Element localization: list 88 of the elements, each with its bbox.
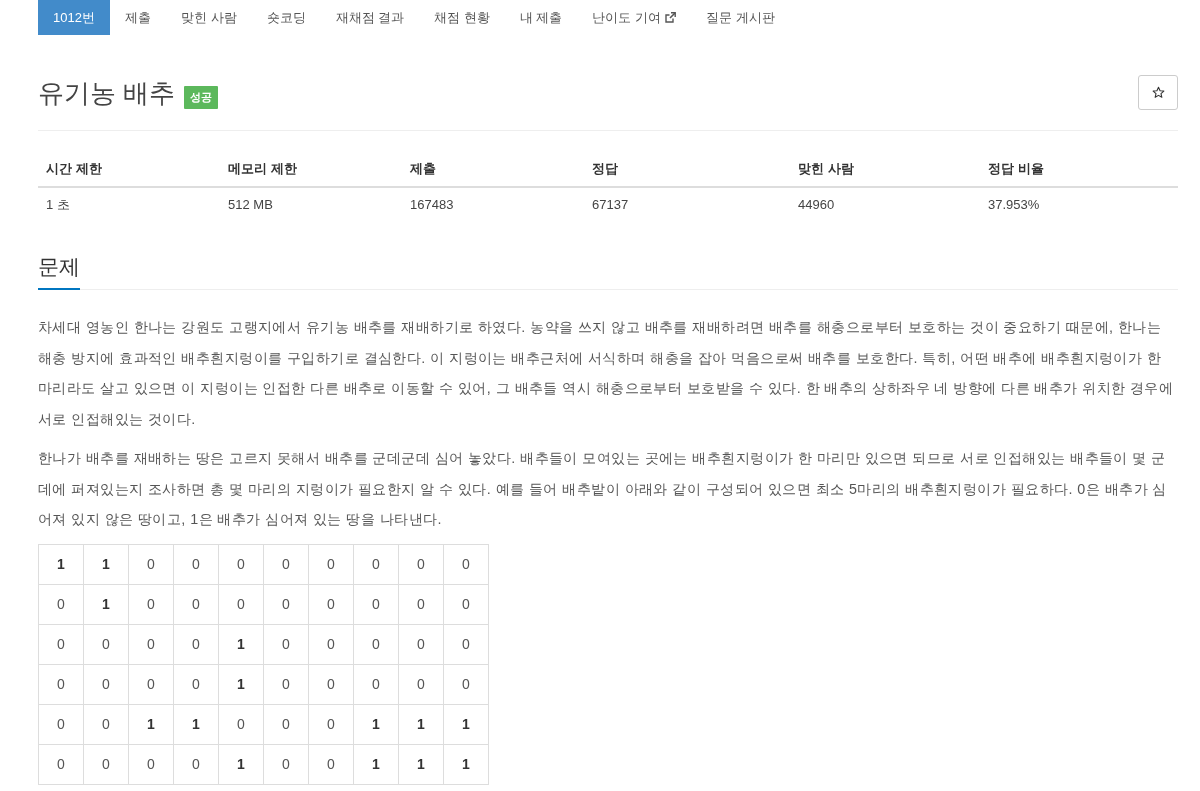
grid-cell: 0: [128, 744, 174, 784]
grid-cell: 0: [263, 704, 309, 744]
grid-cell: 0: [353, 624, 399, 664]
grid-cell: 0: [173, 664, 219, 704]
grid-cell: 1: [83, 584, 129, 624]
nav-tab[interactable]: 채점 현황: [419, 0, 505, 35]
grid-cell: 0: [173, 624, 219, 664]
grid-cell: 0: [443, 624, 489, 664]
nav-tab[interactable]: 제출: [109, 0, 166, 35]
grid-cell: 1: [83, 544, 129, 584]
paragraph: 차세대 영농인 한나는 강원도 고랭지에서 유기농 배추를 재배하기로 하였다. 농약을 쓰지 않고 배추를 재배하려면 배추를 해충으로부터 보호하는 것이 중요하기 때문에, 한나는 해충 방지에 효과적인 배추흰지렁이를 구입하기로 결심한다. 이 지렁이는 배추근처에 서식하며 해충을 잡아 먹음으로써 배추를 보호한다. 특히, 어떤 배추에 배추흰지렁이가 한 마리라도 살고 있으면 이 지렁이는 인접한 다른 배추로 이동할 수 있어, 그 배추들 역시 해충으로부터 보호받을 수 있다. 한 배추의 상하좌우 네 방향에 다른 배추가 위치한 경우에 서로 인접해있는 것이다.: [38, 318, 1175, 429]
nav-tab[interactable]: 재채점 결과: [320, 0, 420, 35]
grid-cell: 0: [353, 584, 399, 624]
grid-cell: 0: [308, 664, 354, 704]
grid-cell: 0: [398, 584, 444, 624]
grid-cell: 0: [38, 624, 84, 664]
nav-tab[interactable]: 맞힌 사람: [165, 0, 252, 35]
grid-cell: 0: [308, 544, 354, 584]
grid-cell: 1: [353, 744, 399, 784]
grid-cell: 0: [173, 584, 219, 624]
grid-cell: 0: [263, 544, 309, 584]
grid-cell: 1: [218, 664, 264, 704]
grid-cell: 0: [263, 584, 309, 624]
grid-cell: 0: [263, 744, 309, 784]
table-cell: 44960: [790, 187, 980, 222]
grid-cell: 0: [398, 544, 444, 584]
grid-cell: 0: [443, 544, 489, 584]
column-header: 메모리 제한: [220, 151, 402, 187]
grid-cell: 0: [83, 744, 129, 784]
grid-cell: 1: [353, 704, 399, 744]
grid-cell: 0: [308, 624, 354, 664]
table-cell: 512 MB: [220, 187, 402, 222]
grid-cell: 0: [218, 704, 264, 744]
grid-cell: 0: [218, 544, 264, 584]
grid-cell: 0: [38, 584, 84, 624]
grid-cell: 1: [443, 744, 489, 784]
grid-cell: 0: [128, 624, 174, 664]
star-icon: [1151, 86, 1165, 99]
grid-cell: 0: [128, 544, 174, 584]
grid-cell: 0: [38, 664, 84, 704]
grid-cell: 0: [398, 664, 444, 704]
column-header: 제출: [402, 151, 584, 187]
grid-cell: 0: [308, 584, 354, 624]
result-badge: 성공: [184, 85, 219, 109]
grid-cell: 0: [443, 584, 489, 624]
paragraph: 한나가 배추를 재배하는 땅은 고르지 못해서 배추를 군데군데 심어 놓았다. 배추들이 모여있는 곳에는 배추흰지렁이가 한 마리만 있으면 되므로 서로 인접해있는 배추들이 몇 군데에 퍼져있는지 조사하면 총 몇 마리의 지렁이가 필요한지 알 수 있다. 예를 들어 배추밭이 아래와 같이 구성되어 있으면 최소 5마리의 배추흰지렁이가 필요하다. 0은 배추가 심어져 있지 않은 땅이고, 1은 배추가 심어져 있는 땅을 나타낸다.: [38, 449, 1168, 529]
grid-cell: 1: [38, 544, 84, 584]
grid-cell: 0: [83, 704, 129, 744]
grid-cell: 0: [128, 664, 174, 704]
grid-cell: 0: [218, 584, 264, 624]
grid-cell: 0: [83, 664, 129, 704]
nav-tab[interactable]: 숏코딩: [251, 0, 321, 35]
grid-cell: 0: [353, 544, 399, 584]
nav-tab[interactable]: 1012번: [38, 0, 110, 35]
grid-cell: 1: [218, 624, 264, 664]
column-header: 정답 비율: [980, 151, 1178, 187]
grid-cell: 0: [308, 704, 354, 744]
grid-cell: 0: [263, 624, 309, 664]
grid-cell: 1: [398, 744, 444, 784]
grid-cell: 0: [173, 744, 219, 784]
grid-cell: 0: [128, 584, 174, 624]
table-cell: 67137: [584, 187, 790, 222]
table-cell: 1 초: [38, 187, 220, 222]
nav-tab[interactable]: 질문 게시판: [691, 0, 790, 35]
grid-cell: 0: [173, 544, 219, 584]
grid-cell: 0: [443, 664, 489, 704]
table-cell: 167483: [402, 187, 584, 222]
problem-title: 유기농 배추: [38, 76, 176, 109]
nav-tab[interactable]: 내 제출: [504, 0, 578, 35]
grid-cell: 1: [398, 704, 444, 744]
section-heading: 문제: [38, 255, 80, 290]
grid-cell: 1: [128, 704, 174, 744]
star-button[interactable]: [1138, 75, 1178, 110]
grid-cell: 1: [173, 704, 219, 744]
grid-cell: 0: [308, 744, 354, 784]
grid-cell: 0: [83, 624, 129, 664]
column-header: 정답: [584, 151, 790, 187]
nav-tab[interactable]: 난이도 기여: [577, 0, 692, 35]
grid-cell: 0: [38, 744, 84, 784]
grid-cell: 1: [218, 744, 264, 784]
grid-cell: 0: [38, 704, 84, 744]
grid-cell: 0: [398, 624, 444, 664]
grid-cell: 0: [263, 664, 309, 704]
table-cell: 37.953%: [980, 187, 1178, 222]
column-header: 맞힌 사람: [790, 151, 980, 187]
grid-cell: 0: [353, 664, 399, 704]
grid-cell: 1: [443, 704, 489, 744]
column-header: 시간 제한: [38, 151, 220, 187]
